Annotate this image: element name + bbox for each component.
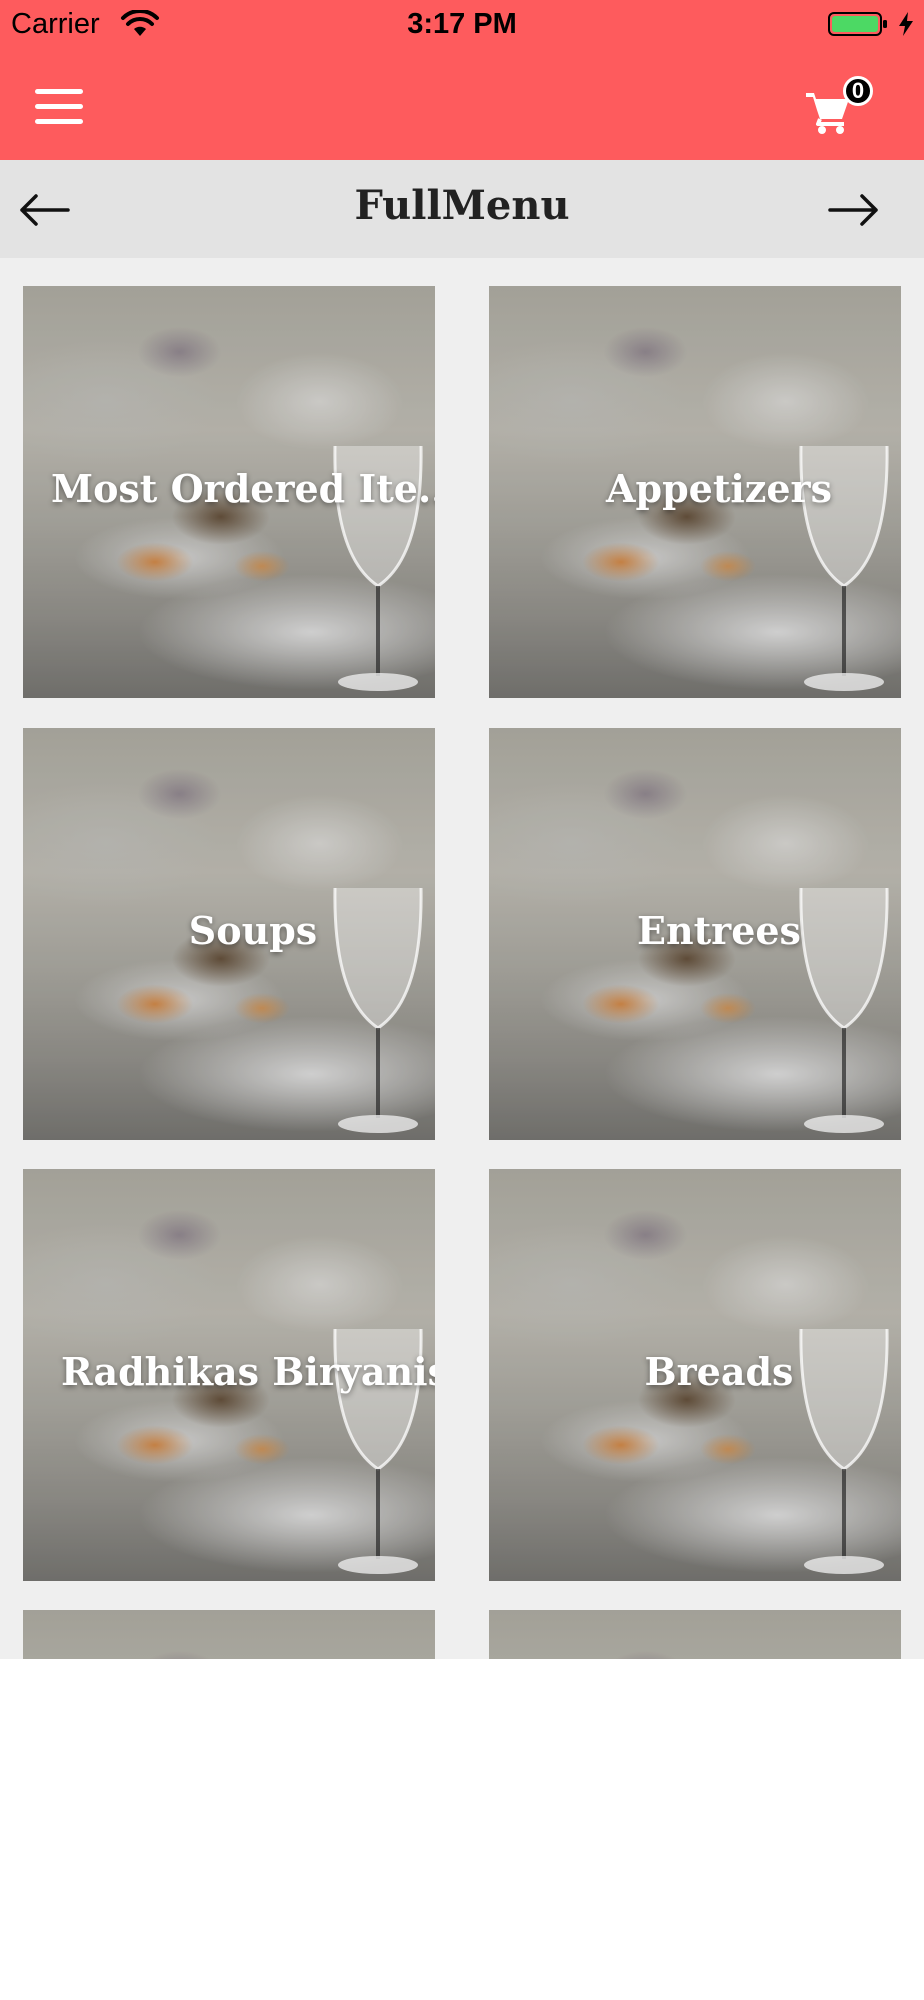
category-tile[interactable]: Breads: [489, 1169, 901, 1581]
app-screen: Carrier 3:17 PM 0 FullMenu Most Ordered …: [0, 0, 924, 1659]
battery-icon: [828, 12, 887, 36]
category-label: Most Ordered Ite...: [51, 466, 435, 511]
arrow-right-icon[interactable]: [822, 184, 886, 236]
category-tile[interactable]: Soups: [23, 728, 435, 1140]
hamburger-menu-icon[interactable]: [26, 80, 94, 136]
cart-button[interactable]: 0: [796, 72, 876, 142]
clock-label: 3:17 PM: [407, 8, 517, 40]
category-tile[interactable]: Most Ordered Ite...: [23, 286, 435, 698]
category-tile[interactable]: Entrees: [489, 728, 901, 1140]
category-tile[interactable]: Radhikas Biryanis: [23, 1169, 435, 1581]
category-label: Breads: [644, 1349, 794, 1394]
category-grid: Most Ordered Ite... Appetizers Soups Ent…: [0, 258, 924, 1659]
category-tile[interactable]: [489, 1610, 901, 1659]
cart-count-badge: 0: [843, 76, 873, 106]
category-label: Soups: [188, 908, 318, 953]
navigation-bar: 0: [0, 50, 924, 160]
status-bar: Carrier 3:17 PM: [0, 0, 924, 50]
category-header: FullMenu: [0, 160, 924, 258]
category-label: Entrees: [637, 908, 801, 953]
category-label: Radhikas Biryanis: [61, 1349, 435, 1394]
category-label: Appetizers: [606, 466, 832, 511]
charging-icon: [899, 12, 913, 36]
category-tile[interactable]: Appetizers: [489, 286, 901, 698]
page-title: FullMenu: [354, 182, 570, 229]
category-tile[interactable]: [23, 1610, 435, 1659]
